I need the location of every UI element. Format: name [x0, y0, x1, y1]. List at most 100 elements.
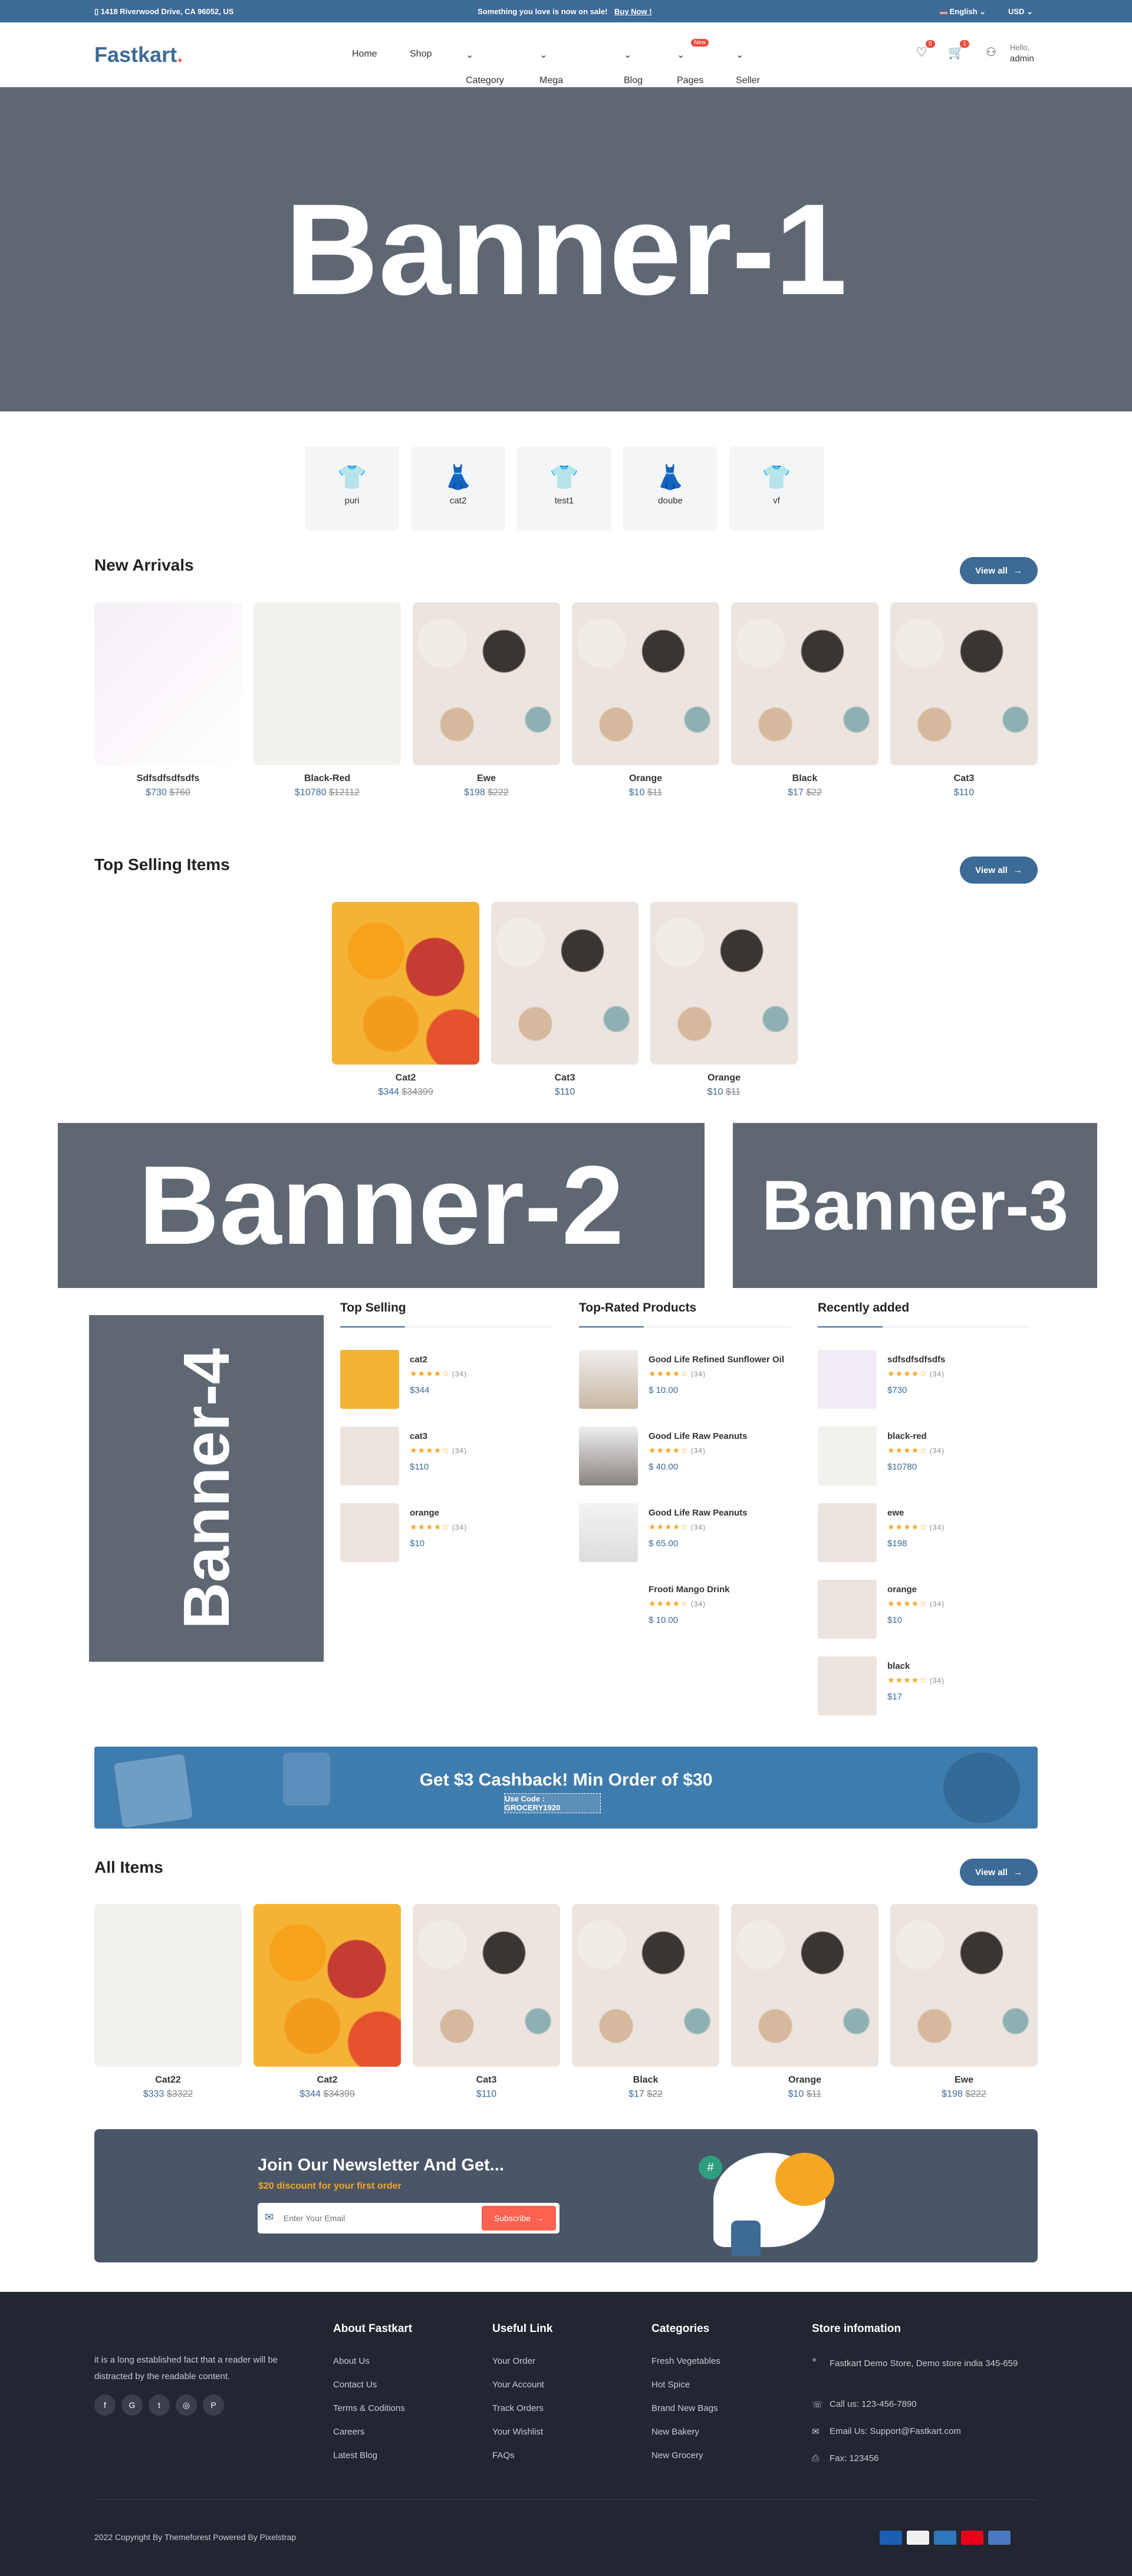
footer-link[interactable]: Your Account: [492, 2380, 544, 2390]
product-name[interactable]: Ewe: [890, 2075, 1038, 2086]
cashback-banner[interactable]: Get $3 Cashback! Min Order of $30 Use Co…: [94, 1747, 1038, 1829]
product-thumbnail[interactable]: [340, 1427, 399, 1485]
banner-3[interactable]: Banner-3: [733, 1123, 1097, 1288]
list-item-name[interactable]: ewe: [887, 1508, 904, 1518]
nav-seller[interactable]: Seller ⌄: [736, 49, 760, 85]
product-card[interactable]: Sdfsdfsdfsdfs $730 $760: [94, 602, 242, 798]
product-name[interactable]: Cat3: [413, 2075, 560, 2086]
instagram-icon[interactable]: ◎: [176, 2394, 197, 2416]
list-item[interactable]: Frooti Mango Drink ★★★★☆ (34) $ 10.00: [579, 1580, 803, 1639]
username[interactable]: admin: [1010, 54, 1034, 64]
list-item[interactable]: orange ★★★★☆ (34) $10: [340, 1503, 564, 1562]
product-image[interactable]: [890, 1904, 1038, 2067]
store-email[interactable]: Email Us: Support@Fastkart.com: [830, 2426, 961, 2436]
product-name[interactable]: Orange: [650, 1073, 798, 1083]
product-thumbnail[interactable]: [818, 1350, 877, 1409]
footer-link[interactable]: Your Order: [492, 2356, 535, 2366]
new-arrivals-view-all-button[interactable]: View all →: [960, 557, 1038, 584]
product-image[interactable]: [890, 602, 1038, 765]
product-name[interactable]: Cat22: [94, 2075, 242, 2086]
product-name[interactable]: Orange: [572, 773, 719, 784]
store-phone[interactable]: Call us: 123-456-7890: [830, 2399, 917, 2409]
footer-link[interactable]: About Us: [333, 2356, 370, 2366]
list-item-name[interactable]: black-red: [887, 1431, 927, 1441]
footer-link[interactable]: Latest Blog: [333, 2450, 377, 2460]
list-item-name[interactable]: black: [887, 1661, 910, 1671]
list-item-name[interactable]: Good Life Raw Peanuts: [649, 1508, 748, 1518]
footer-link[interactable]: Your Wishlist: [492, 2427, 543, 2437]
list-item[interactable]: Good Life Refined Sunflower Oil ★★★★☆ (34…: [579, 1350, 803, 1409]
nav-mega-menu[interactable]: Mega Menu ⌄: [539, 49, 563, 96]
product-card[interactable]: Orange $10 $11: [731, 1904, 878, 2100]
product-image[interactable]: [491, 902, 639, 1065]
top-selling-view-all-button[interactable]: View all →: [960, 857, 1038, 884]
language-select[interactable]: ▬ English ⌄: [940, 7, 986, 17]
product-image[interactable]: [94, 602, 242, 765]
product-card[interactable]: Orange $10 $11: [650, 902, 798, 1098]
nav-shop[interactable]: Shop: [410, 49, 432, 60]
product-image[interactable]: [332, 902, 479, 1065]
footer-link[interactable]: Terms & Coditions: [333, 2403, 405, 2413]
newsletter-email-input[interactable]: [284, 2208, 460, 2229]
list-item-name[interactable]: Frooti Mango Drink: [649, 1585, 730, 1595]
banner-4[interactable]: Banner-4: [89, 1315, 324, 1662]
footer-link[interactable]: Careers: [333, 2427, 364, 2437]
product-name[interactable]: Cat3: [890, 773, 1038, 784]
list-item[interactable]: black ★★★★☆ (34) $17: [818, 1656, 1042, 1715]
product-card[interactable]: Cat22 $333 $3322: [94, 1904, 242, 2100]
list-item-name[interactable]: Good Life Raw Peanuts: [649, 1431, 748, 1441]
banner-1[interactable]: Banner-1: [0, 87, 1132, 411]
list-item-name[interactable]: orange: [887, 1585, 917, 1595]
category-item[interactable]: 👕 puri: [305, 447, 399, 531]
product-image[interactable]: [731, 602, 878, 765]
product-name[interactable]: Sdfsdfsdfsdfs: [94, 773, 242, 784]
product-image[interactable]: [254, 602, 401, 765]
footer-link[interactable]: Brand New Bags: [651, 2403, 718, 2413]
coupon-code[interactable]: Use Code : GROCERY1920: [504, 1793, 601, 1813]
product-thumbnail[interactable]: [818, 1656, 877, 1715]
list-item[interactable]: cat2 ★★★★☆ (34) $344: [340, 1350, 564, 1409]
product-card[interactable]: Cat3 $110: [491, 902, 639, 1098]
footer-link[interactable]: New Bakery: [651, 2427, 699, 2437]
logo[interactable]: Fastkart.: [94, 42, 183, 67]
product-name[interactable]: Cat2: [254, 2075, 401, 2086]
category-item[interactable]: 👕 test1: [517, 447, 611, 531]
product-thumbnail[interactable]: [818, 1580, 877, 1639]
category-item[interactable]: 👕 vf: [729, 447, 824, 531]
product-card[interactable]: Black-Red $10780 $12112: [254, 602, 401, 798]
nav-pages[interactable]: Pages ⌄: [677, 49, 703, 85]
product-thumbnail[interactable]: [818, 1427, 877, 1485]
list-item-name[interactable]: orange: [410, 1508, 439, 1518]
list-item-name[interactable]: cat2: [410, 1355, 427, 1365]
list-item[interactable]: Good Life Raw Peanuts ★★★★☆ (34) $ 40.00: [579, 1427, 803, 1485]
product-image[interactable]: [413, 1904, 560, 2067]
list-item[interactable]: Good Life Raw Peanuts ★★★★☆ (34) $ 65.00: [579, 1503, 803, 1562]
product-card[interactable]: Black $17 $22: [572, 1904, 719, 2100]
product-card[interactable]: Ewe $198 $222: [413, 602, 560, 798]
list-item-name[interactable]: Good Life Refined Sunflower Oil: [649, 1355, 784, 1365]
product-card[interactable]: Orange $10 $11: [572, 602, 719, 798]
product-card[interactable]: Black $17 $22: [731, 602, 878, 798]
product-thumbnail[interactable]: [818, 1503, 877, 1562]
currency-select[interactable]: USD ⌄: [1008, 7, 1033, 17]
product-image[interactable]: [731, 1904, 878, 2067]
product-card[interactable]: Cat3 $110: [413, 1904, 560, 2100]
banner-2[interactable]: Banner-2: [58, 1123, 705, 1288]
wishlist-icon[interactable]: ♡: [916, 45, 927, 60]
product-image[interactable]: [94, 1904, 242, 2067]
product-name[interactable]: Ewe: [413, 773, 560, 784]
subscribe-button[interactable]: Subscribe →: [482, 2206, 556, 2231]
list-item-name[interactable]: sdfsdfsdfsdfs: [887, 1355, 945, 1365]
list-item[interactable]: sdfsdfsdfsdfs ★★★★☆ (34) $730: [818, 1350, 1042, 1409]
user-icon[interactable]: ⚇: [986, 45, 996, 60]
product-image[interactable]: [650, 902, 798, 1065]
product-thumbnail[interactable]: [579, 1427, 638, 1485]
list-item[interactable]: black-red ★★★★☆ (34) $10780: [818, 1427, 1042, 1485]
category-item[interactable]: 👗 cat2: [411, 447, 505, 531]
footer-link[interactable]: Contact Us: [333, 2380, 377, 2390]
product-thumbnail[interactable]: [579, 1580, 638, 1639]
product-image[interactable]: [572, 602, 719, 765]
product-card[interactable]: Cat2 $344 $34399: [332, 902, 479, 1098]
product-thumbnail[interactable]: [579, 1350, 638, 1409]
product-thumbnail[interactable]: [340, 1350, 399, 1409]
